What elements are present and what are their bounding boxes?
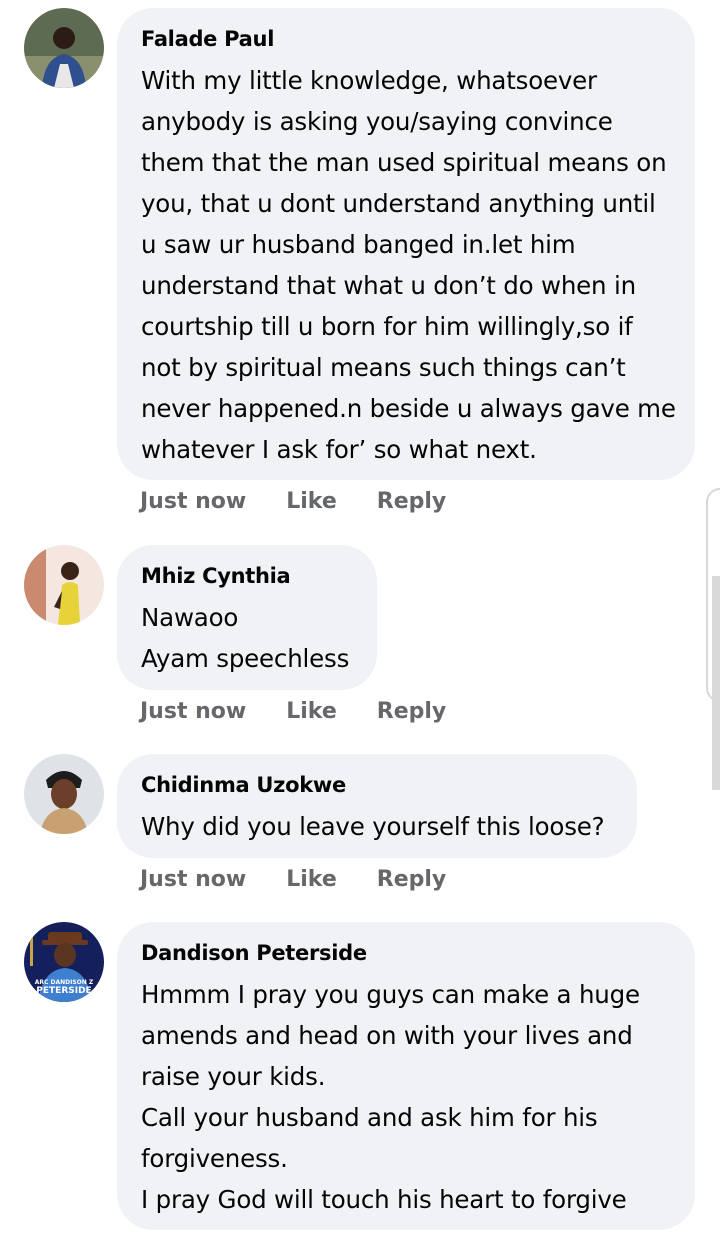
comment-text-line: Why did you leave yourself this loose? (141, 812, 605, 841)
comment-author[interactable]: Mhiz Cynthia (141, 561, 353, 591)
comment-bubble: Falade Paul With my little knowledge, wh… (117, 8, 695, 480)
comment-text-line: amends and head on with your lives and (141, 1021, 633, 1050)
comment-author[interactable]: Dandison Peterside (141, 938, 671, 968)
comment-bubble: Dandison Peterside Hmmm I pray you guys … (117, 922, 695, 1230)
comment-text-line: whatever I ask for’ so what next. (141, 435, 537, 464)
avatar[interactable] (24, 545, 104, 625)
reply-button[interactable]: Reply (377, 697, 447, 727)
comment-text-line: forgiveness. (141, 1144, 288, 1173)
comment-actions: Just now Like Reply (140, 487, 446, 517)
avatar-text: ARC DANDISON Z (35, 979, 94, 986)
timestamp: Just now (140, 867, 247, 892)
comment-text-line: u saw ur husband banged in.let him (141, 230, 576, 259)
avatar[interactable] (24, 754, 104, 834)
comment-bubble: Chidinma Uzokwe Why did you leave yourse… (117, 754, 637, 858)
reply-button[interactable]: Reply (377, 865, 447, 895)
comment-text-line: courtship till u born for him willingly,… (141, 312, 633, 341)
profile-photo-icon: ARC DANDISON Z PETERSIDE (24, 922, 104, 1002)
comment-author[interactable]: Chidinma Uzokwe (141, 770, 613, 800)
comment-text-line: anybody is asking you/saying convince (141, 107, 613, 136)
comment-actions: Just now Like Reply (140, 865, 446, 895)
comment-actions: Just now Like Reply (140, 697, 446, 727)
comment-author[interactable]: Falade Paul (141, 24, 671, 54)
scrollbar[interactable] (712, 576, 720, 790)
avatar-text: PETERSIDE (36, 986, 91, 996)
comment-text-line: Call your husband and ask him for his (141, 1103, 598, 1132)
comment-text-line: Hmmm I pray you guys can make a huge (141, 980, 640, 1009)
comment-bubble: Mhiz Cynthia Nawaoo Ayam speechless (117, 545, 377, 690)
profile-photo-icon (24, 545, 104, 625)
like-button[interactable]: Like (286, 487, 337, 517)
comment-text-line: With my little knowledge, whatsoever (141, 66, 597, 95)
timestamp: Just now (140, 699, 247, 724)
comment-text-line: Ayam speechless (141, 644, 350, 673)
avatar[interactable]: ARC DANDISON Z PETERSIDE (24, 922, 104, 1002)
reply-button[interactable]: Reply (377, 487, 447, 517)
comment-text-line: not by spiritual means such things can’t (141, 353, 626, 382)
comment-text-line: raise your kids. (141, 1062, 326, 1091)
comment-text-line: Nawaoo (141, 603, 239, 632)
timestamp: Just now (140, 489, 247, 514)
comment-text-line: them that the man used spiritual means o… (141, 148, 667, 177)
comment-text-line: I pray God will touch his heart to forgi… (141, 1185, 627, 1214)
comment-text-line: you, that u dont understand anything unt… (141, 189, 656, 218)
comment-text-line: never happened.n beside u always gave me (141, 394, 676, 423)
profile-photo-icon (24, 754, 104, 834)
like-button[interactable]: Like (286, 865, 337, 895)
comment-text-line: understand that what u don’t do when in (141, 271, 636, 300)
avatar[interactable] (24, 8, 104, 88)
profile-photo-icon (24, 8, 104, 88)
like-button[interactable]: Like (286, 697, 337, 727)
